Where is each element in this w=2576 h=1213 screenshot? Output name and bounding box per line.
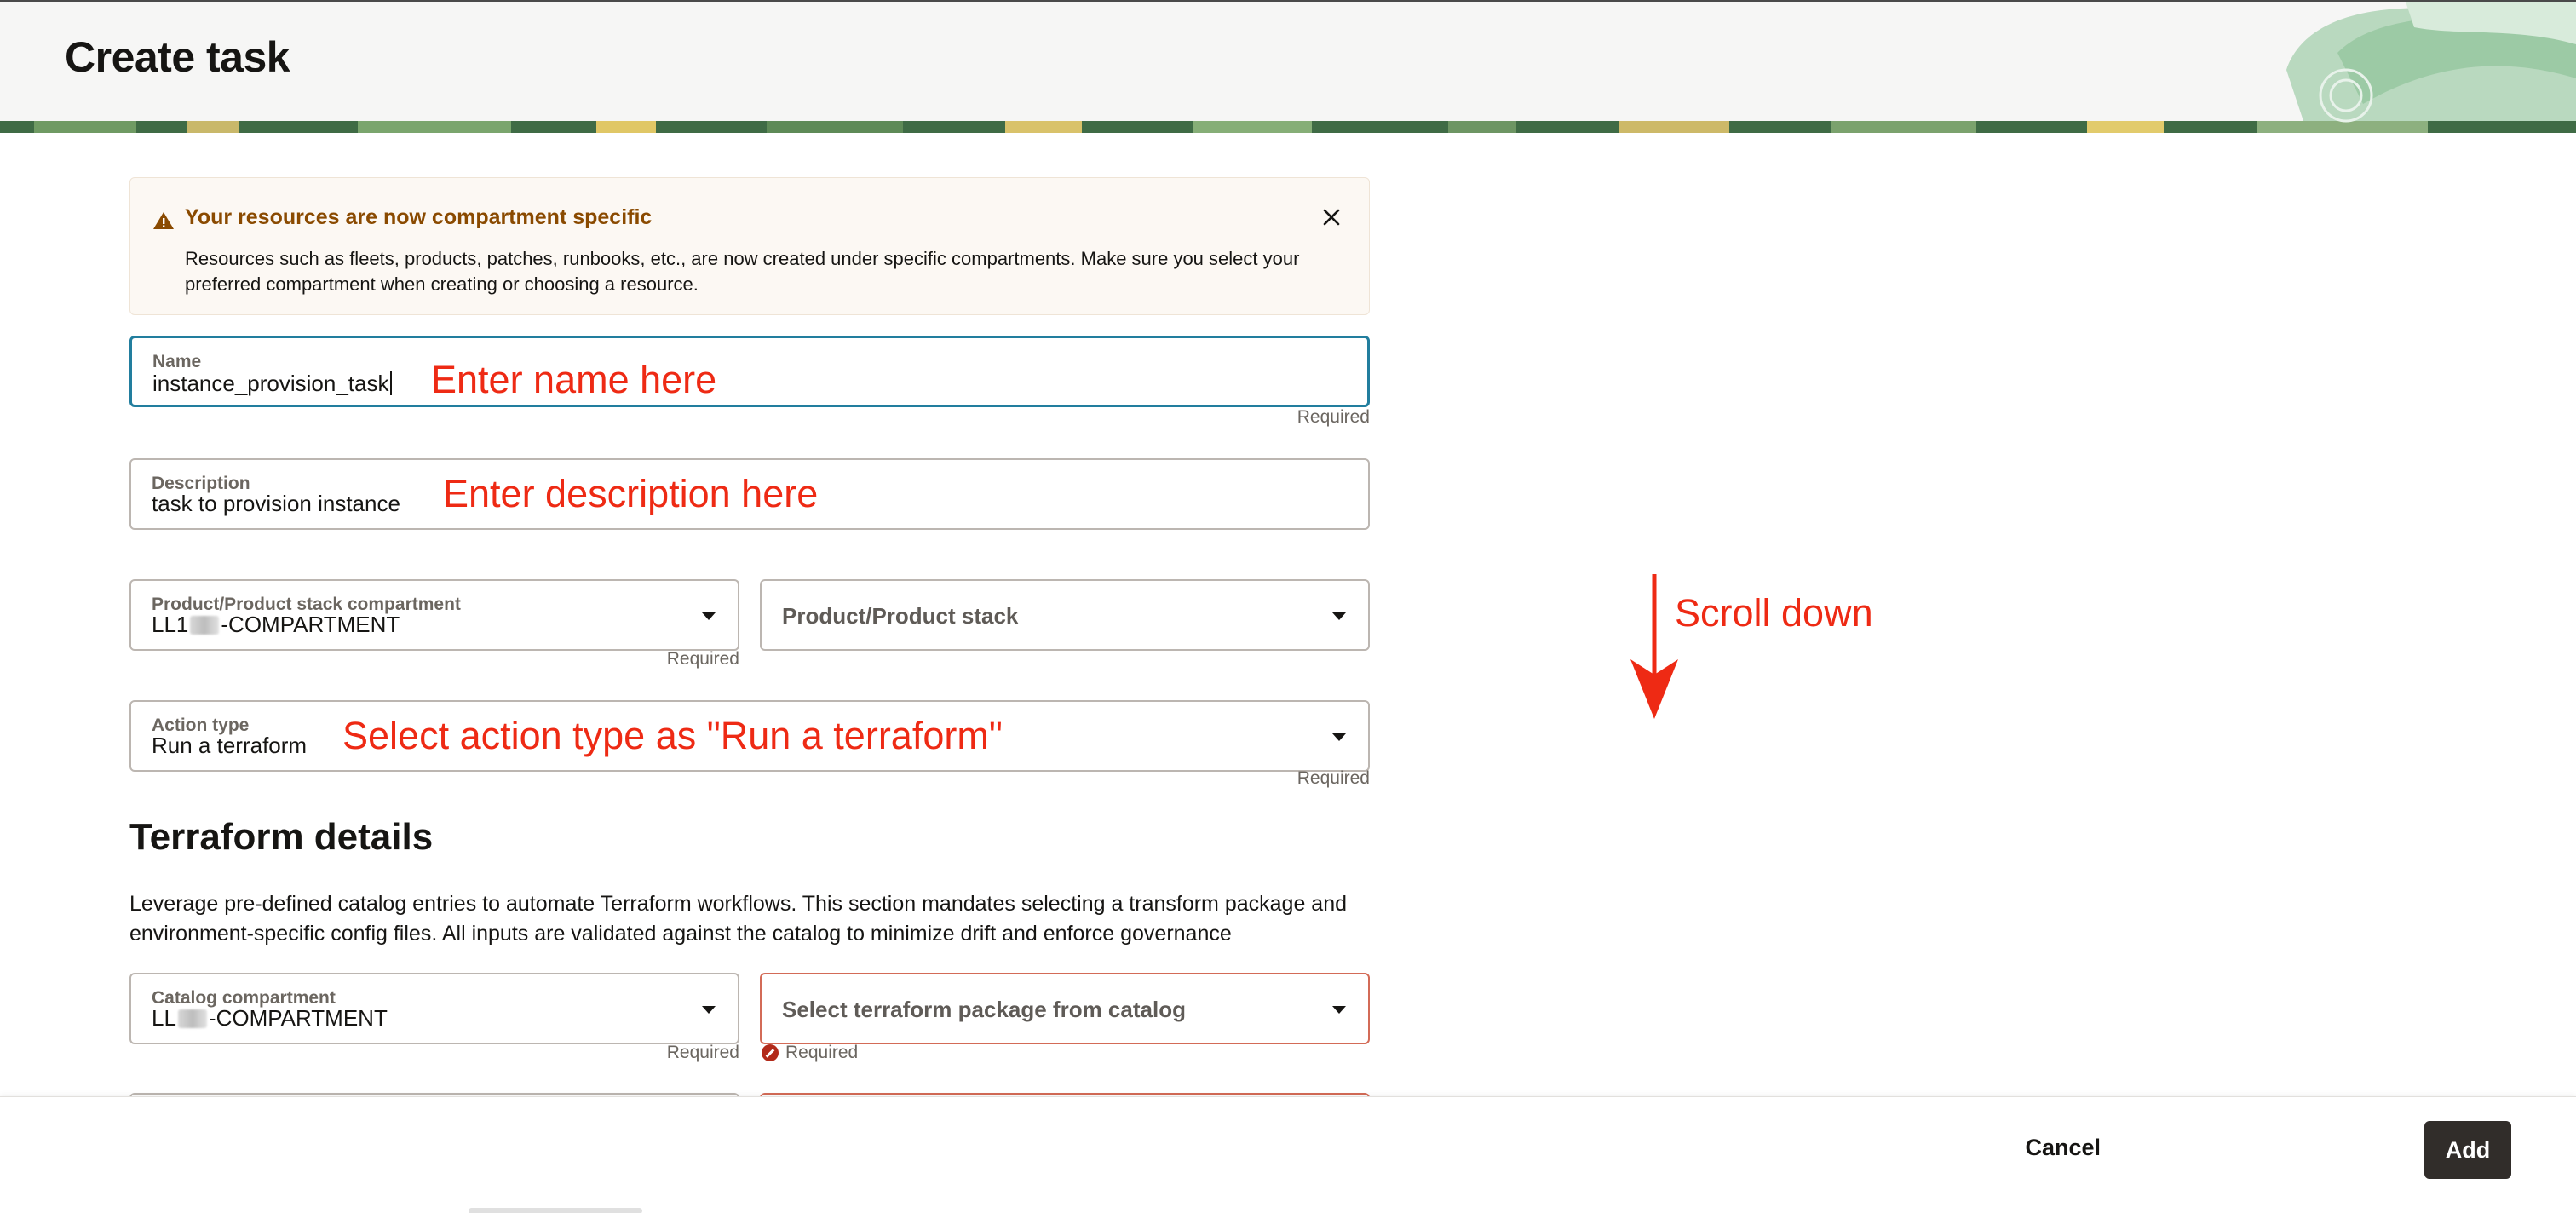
name-field-value-wrap: instance_provision_task xyxy=(152,371,392,397)
name-required-helper: Required xyxy=(1297,407,1370,427)
horizontal-scrollbar[interactable] xyxy=(469,1208,642,1213)
chevron-down-icon xyxy=(1332,1006,1346,1014)
add-button[interactable]: Add xyxy=(2424,1121,2511,1179)
product-compartment-required-helper: Required xyxy=(666,649,739,669)
name-field[interactable]: Name instance_provision_task xyxy=(129,336,1370,407)
annotation-scroll: Scroll down xyxy=(1675,591,1873,635)
header-decorative-band xyxy=(0,121,2576,133)
alert-close-button[interactable] xyxy=(1316,202,1347,233)
chevron-down-icon xyxy=(702,612,716,620)
product-compartment-value-suffix: -COMPARTMENT xyxy=(221,612,400,637)
terraform-details-description: Leverage pre-defined catalog entries to … xyxy=(129,892,1348,946)
footer-action-bar: Cancel Add xyxy=(0,1096,2576,1213)
name-field-value: instance_provision_task xyxy=(152,371,389,396)
product-stack-select[interactable]: Product/Product stack xyxy=(760,579,1370,651)
text-cursor xyxy=(389,371,392,395)
header-decorative-art xyxy=(2286,2,2576,123)
alert-title: Your resources are now compartment speci… xyxy=(185,205,653,229)
redacted-text xyxy=(177,1009,207,1028)
redacted-text xyxy=(190,616,220,635)
cancel-button[interactable]: Cancel xyxy=(2025,1135,2101,1161)
chevron-down-icon xyxy=(1332,733,1346,741)
page-title: Create task xyxy=(65,33,290,81)
catalog-compartment-value: LL -COMPARTMENT xyxy=(152,1005,388,1032)
product-stack-placeholder: Product/Product stack xyxy=(782,603,1019,629)
terraform-package-placeholder: Select terraform package from catalog xyxy=(782,997,1186,1022)
name-field-label: Name xyxy=(152,352,202,371)
catalog-compartment-value-suffix: -COMPARTMENT xyxy=(208,1005,388,1031)
action-type-required-helper: Required xyxy=(1297,768,1370,788)
catalog-compartment-select[interactable]: Catalog compartment LL -COMPARTMENT xyxy=(129,973,739,1044)
catalog-compartment-required-helper: Required xyxy=(666,1043,739,1062)
description-field-value: task to provision instance xyxy=(152,491,400,516)
compartment-alert: Your resources are now compartment speci… xyxy=(129,177,1370,315)
annotation-action-type: Select action type as "Run a terraform" xyxy=(342,714,1003,757)
terraform-package-required-text: Required xyxy=(785,1043,859,1062)
terraform-package-error-helper: Required xyxy=(762,1043,858,1063)
annotation-name: Enter name here xyxy=(431,358,717,401)
catalog-compartment-value-prefix: LL xyxy=(152,1005,176,1031)
terraform-details-heading: Terraform details xyxy=(129,816,434,858)
close-icon xyxy=(1323,209,1340,226)
annotation-description: Enter description here xyxy=(443,472,819,515)
page-header: Create task xyxy=(0,0,2576,133)
error-icon xyxy=(762,1044,779,1061)
alert-message: Resources such as fleets, products, patc… xyxy=(185,248,1300,295)
warning-icon xyxy=(153,212,174,229)
chevron-down-icon xyxy=(702,1006,716,1014)
product-compartment-value-prefix: LL1 xyxy=(152,612,189,637)
product-compartment-select[interactable]: Product/Product stack compartment LL1 -CO… xyxy=(129,579,739,651)
action-type-value: Run a terraform xyxy=(152,733,308,758)
scroll-down-arrow-icon xyxy=(1630,574,1678,719)
product-compartment-value: LL1 -COMPARTMENT xyxy=(152,612,400,638)
chevron-down-icon xyxy=(1332,612,1346,620)
terraform-package-select[interactable]: Select terraform package from catalog xyxy=(760,973,1370,1044)
